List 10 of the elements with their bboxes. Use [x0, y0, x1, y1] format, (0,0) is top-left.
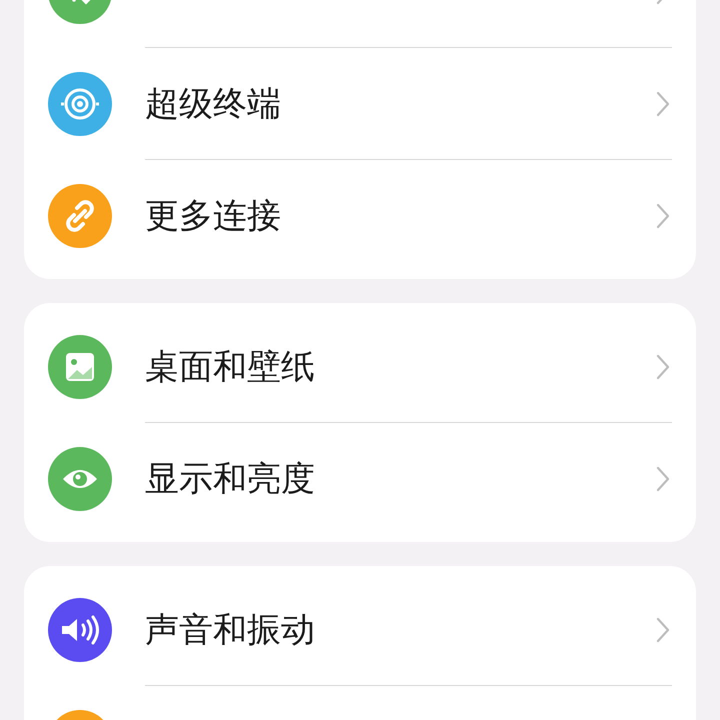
setting-label[interactable]: 声音和振动: [145, 607, 656, 653]
setting-label[interactable]: 更多连接: [145, 193, 656, 239]
setting-label[interactable]: 显示和亮度: [145, 456, 656, 502]
setting-label[interactable]: 超级终端: [145, 81, 656, 127]
chevron-right-icon: [656, 617, 670, 643]
chevron-right-icon: [656, 91, 670, 117]
setting-label[interactable]: 桌面和壁纸: [145, 344, 656, 390]
chevron-right-icon: [656, 354, 670, 380]
chevron-right-icon: [656, 466, 670, 492]
chevron-right-icon: [656, 203, 670, 229]
